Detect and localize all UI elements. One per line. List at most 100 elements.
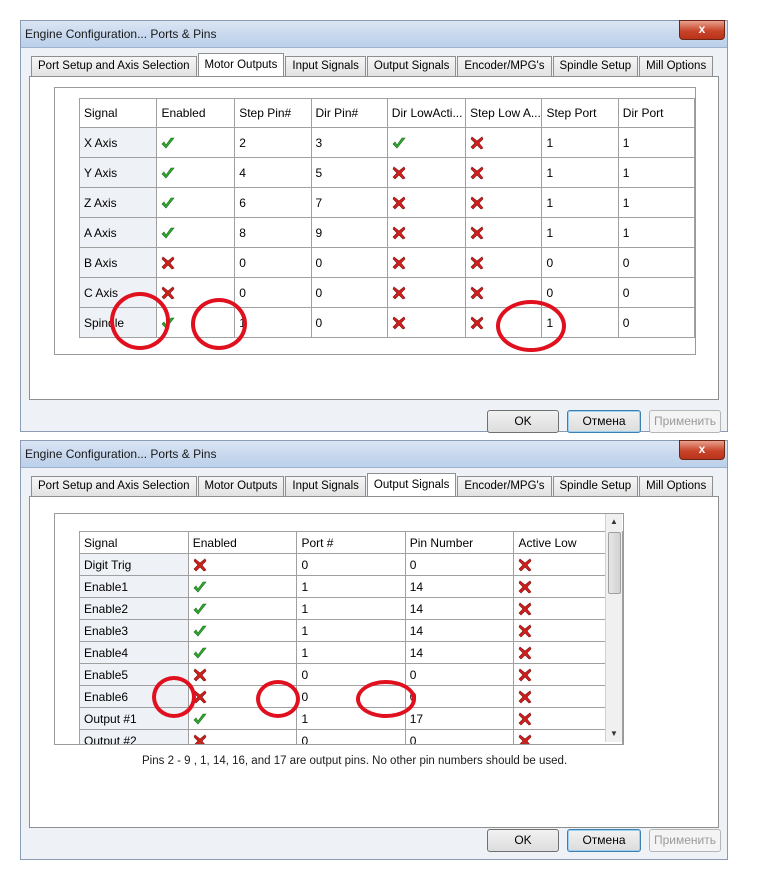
- signal-name[interactable]: Z Axis: [78, 187, 158, 218]
- grid-cell[interactable]: 0: [404, 729, 515, 744]
- check-icon[interactable]: [193, 624, 207, 638]
- table-row[interactable]: A Axis 8 9 1 1: [78, 217, 695, 248]
- table-row[interactable]: Z Axis 6 7 1 1: [78, 187, 695, 218]
- grid-cell[interactable]: [386, 307, 467, 338]
- tab-encoder-mpg-s[interactable]: Encoder/MPG's: [457, 476, 552, 496]
- table-row[interactable]: Enable2 1 14: [79, 597, 623, 620]
- grid-cell[interactable]: [386, 217, 467, 248]
- table-row[interactable]: B Axis 0 0 0 0: [78, 247, 695, 278]
- check-icon[interactable]: [161, 136, 176, 150]
- cross-icon[interactable]: [193, 734, 207, 745]
- cross-icon[interactable]: [392, 226, 406, 240]
- close-button[interactable]: x: [679, 20, 725, 40]
- cross-icon[interactable]: [392, 286, 406, 300]
- grid-cell[interactable]: 0: [234, 247, 312, 278]
- grid-cell[interactable]: [156, 247, 236, 278]
- grid-cell[interactable]: 0: [234, 277, 312, 308]
- signal-name[interactable]: Enable4: [79, 641, 189, 664]
- cross-icon[interactable]: [518, 646, 532, 660]
- grid-cell[interactable]: [386, 277, 467, 308]
- close-button[interactable]: x: [679, 440, 725, 460]
- grid-cell[interactable]: 0: [310, 277, 388, 308]
- grid-cell[interactable]: 8: [234, 217, 312, 248]
- column-header[interactable]: Dir Port: [617, 98, 695, 128]
- grid-cell[interactable]: 1: [541, 157, 619, 188]
- cross-icon[interactable]: [518, 624, 532, 638]
- title-bar[interactable]: Engine Configuration... Ports & Pins x: [21, 20, 727, 48]
- ok-button[interactable]: OK: [487, 410, 559, 433]
- grid-cell[interactable]: 0: [404, 553, 515, 576]
- column-header[interactable]: Signal: [79, 531, 189, 554]
- tab-port-setup-and-axis-selection[interactable]: Port Setup and Axis Selection: [31, 56, 197, 76]
- column-header[interactable]: Enabled: [156, 98, 236, 128]
- column-header[interactable]: Step Port: [541, 98, 619, 128]
- grid-cell[interactable]: [386, 127, 467, 158]
- grid-cell[interactable]: 7: [310, 187, 388, 218]
- grid-cell[interactable]: [386, 187, 467, 218]
- grid-cell[interactable]: 3: [310, 127, 388, 158]
- column-header[interactable]: Enabled: [187, 531, 298, 554]
- grid-cell[interactable]: [465, 217, 543, 248]
- apply-button[interactable]: Применить: [649, 410, 721, 433]
- table-row[interactable]: Spindle 1 0 1 0: [78, 307, 695, 338]
- cross-icon[interactable]: [518, 602, 532, 616]
- cross-icon[interactable]: [518, 580, 532, 594]
- grid-cell[interactable]: 0: [617, 277, 695, 308]
- column-header[interactable]: Port #: [296, 531, 406, 554]
- cross-icon[interactable]: [470, 226, 484, 240]
- grid-cell[interactable]: 6: [234, 187, 312, 218]
- grid-cell[interactable]: 9: [310, 217, 388, 248]
- grid-cell[interactable]: [386, 247, 467, 278]
- tab-input-signals[interactable]: Input Signals: [285, 476, 366, 496]
- grid-cell[interactable]: 14: [404, 597, 515, 620]
- cross-icon[interactable]: [470, 196, 484, 210]
- signal-name[interactable]: A Axis: [78, 217, 158, 248]
- title-bar[interactable]: Engine Configuration... Ports & Pins x: [21, 440, 727, 468]
- column-header[interactable]: Signal: [78, 98, 158, 128]
- scroll-thumb[interactable]: [608, 532, 621, 594]
- grid-cell[interactable]: 1: [541, 187, 619, 218]
- cross-icon[interactable]: [518, 668, 532, 682]
- signal-name[interactable]: X Axis: [78, 127, 158, 158]
- table-row[interactable]: Y Axis 4 5 1 1: [78, 157, 695, 188]
- scroll-up-icon[interactable]: ▲: [606, 514, 622, 530]
- grid-cell[interactable]: [187, 575, 298, 598]
- cross-icon[interactable]: [193, 558, 207, 572]
- signal-name[interactable]: Enable3: [79, 619, 189, 642]
- cross-icon[interactable]: [470, 256, 484, 270]
- table-row[interactable]: Enable1 1 14: [79, 575, 623, 598]
- ok-button[interactable]: OK: [487, 829, 559, 852]
- grid-cell[interactable]: 14: [404, 575, 515, 598]
- grid-cell[interactable]: [187, 553, 298, 576]
- cross-icon[interactable]: [161, 256, 175, 270]
- signal-name[interactable]: Enable1: [79, 575, 189, 598]
- check-icon[interactable]: [193, 602, 207, 616]
- grid-cell[interactable]: [465, 247, 543, 278]
- table-row[interactable]: Enable3 1 14: [79, 619, 623, 642]
- grid-cell[interactable]: [156, 127, 236, 158]
- tab-output-signals[interactable]: Output Signals: [366, 473, 457, 496]
- tab-mill-options[interactable]: Mill Options: [639, 476, 714, 496]
- grid-cell[interactable]: 14: [404, 641, 515, 664]
- tab-mill-options[interactable]: Mill Options: [639, 56, 714, 76]
- grid-cell[interactable]: 1: [296, 619, 406, 642]
- grid-cell[interactable]: 2: [234, 127, 312, 158]
- cross-icon[interactable]: [518, 734, 532, 745]
- cross-icon[interactable]: [470, 316, 484, 330]
- grid-cell[interactable]: 0: [617, 247, 695, 278]
- signal-name[interactable]: Digit Trig: [79, 553, 189, 576]
- grid-cell[interactable]: 0: [296, 729, 406, 744]
- table-row[interactable]: Output #2 0 0: [79, 729, 623, 745]
- cross-icon[interactable]: [518, 690, 532, 704]
- check-icon[interactable]: [161, 196, 176, 210]
- check-icon[interactable]: [161, 226, 176, 240]
- cross-icon[interactable]: [392, 316, 406, 330]
- grid-cell[interactable]: [465, 187, 543, 218]
- column-header[interactable]: Dir Pin#: [310, 98, 388, 128]
- grid-cell[interactable]: 0: [310, 247, 388, 278]
- tab-motor-outputs[interactable]: Motor Outputs: [197, 476, 285, 496]
- grid-cell[interactable]: 0: [296, 553, 406, 576]
- table-row[interactable]: Enable4 1 14: [79, 641, 623, 664]
- grid-cell[interactable]: 1: [296, 641, 406, 664]
- check-icon[interactable]: [392, 136, 406, 150]
